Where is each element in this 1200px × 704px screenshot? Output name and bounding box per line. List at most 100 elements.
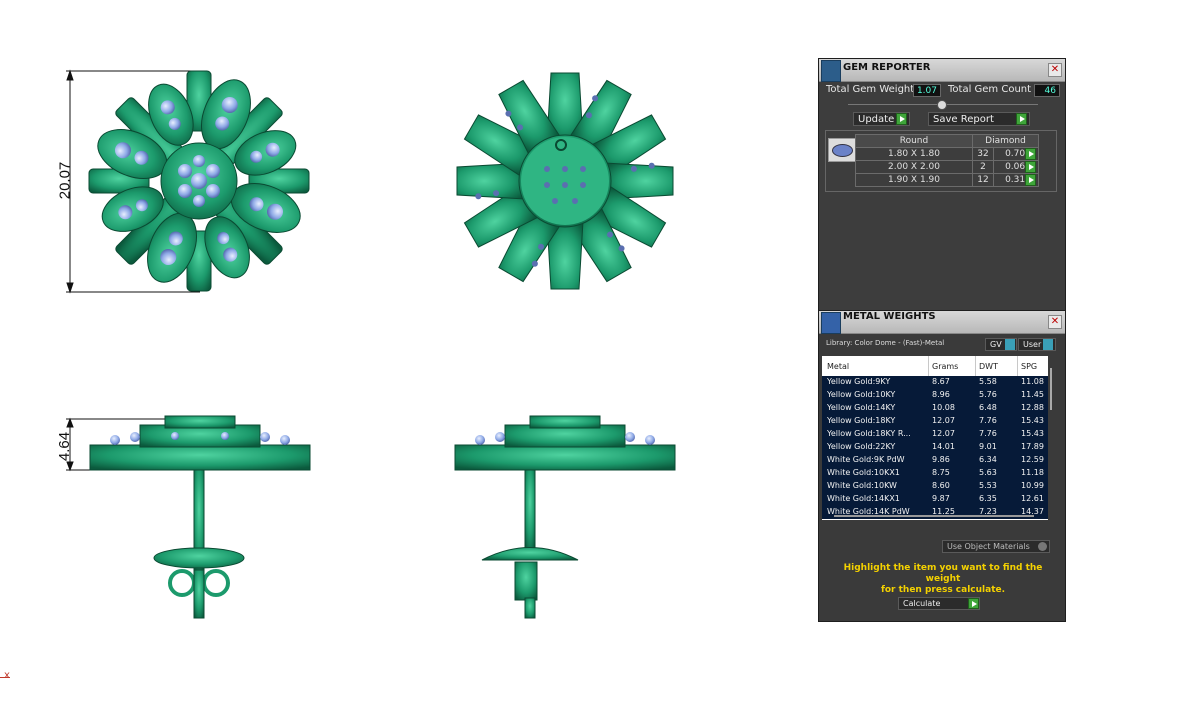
metal-cell: White Gold:10KW <box>827 481 897 490</box>
spg-cell: 15.43 <box>1021 416 1044 425</box>
grams-cell: 12.07 <box>932 429 955 438</box>
gem-row-arrow-icon[interactable] <box>1025 174 1036 186</box>
table-row[interactable]: Yellow Gold:14KY 10.08 6.48 12.88 <box>822 402 1048 415</box>
gem-reporter-title: GEM REPORTER <box>843 62 931 73</box>
dwt-cell: 6.34 <box>979 455 997 464</box>
col-header-dwt: DWT <box>979 362 998 371</box>
update-button-label: Update <box>858 114 895 125</box>
gv-toggle-icon[interactable] <box>1005 339 1015 350</box>
scrollbar-thumb[interactable] <box>1050 368 1052 410</box>
gem-row[interactable]: 1.90 X 1.90 12 0.31tw <box>855 173 1039 187</box>
spg-cell: 12.59 <box>1021 455 1044 464</box>
table-row[interactable]: White Gold:14KX1 9.87 6.35 12.61 <box>822 493 1048 506</box>
axis-x-label: x <box>4 670 10 681</box>
table-row[interactable]: White Gold:10KX1 8.75 5.63 11.18 <box>822 467 1048 480</box>
spg-cell: 11.08 <box>1021 377 1044 386</box>
gem-count: 32 <box>972 147 994 161</box>
metal-cell: Yellow Gold:18KY R... <box>827 429 911 438</box>
col-header-grams: Grams <box>932 362 959 371</box>
total-gem-weight-value: 1.07 <box>913 84 941 97</box>
save-report-button-label: Save Report <box>933 114 994 125</box>
metal-cell: White Gold:14KX1 <box>827 494 900 503</box>
side-view-right <box>454 415 676 619</box>
dwt-cell: 6.48 <box>979 403 997 412</box>
gem-summary-table: Round Diamond 1.80 X 1.80 32 0.70tw 2.00… <box>855 134 1039 187</box>
user-toggle-icon[interactable] <box>1043 339 1053 350</box>
metal-weights-icon <box>821 312 841 334</box>
dwt-cell: 9.01 <box>979 442 997 451</box>
metal-weights-table[interactable]: Metal Grams DWT SPG Yellow Gold:9KY 8.67 5… <box>822 356 1048 520</box>
hint-line-1: Highlight the item you want to find the … <box>843 563 1043 584</box>
grams-cell: 12.07 <box>932 416 955 425</box>
dwt-cell: 5.58 <box>979 377 997 386</box>
table-row[interactable]: Yellow Gold:22KY 14.01 9.01 17.89 <box>822 441 1048 454</box>
grams-cell: 8.60 <box>932 481 950 490</box>
close-icon[interactable]: ✕ <box>1048 63 1062 77</box>
gem-size: 1.80 X 1.80 <box>855 147 973 161</box>
dimension-label-side: 4.64 <box>56 431 74 462</box>
total-gem-count-label: Total Gem Count <box>948 84 1032 95</box>
metal-cell: Yellow Gold:22KY <box>827 442 896 451</box>
update-arrow-icon[interactable] <box>896 113 907 125</box>
grams-cell: 14.01 <box>932 442 955 451</box>
metal-cell: Yellow Gold:9KY <box>827 377 891 386</box>
metal-table-header: Metal Grams DWT SPG <box>822 356 1048 377</box>
spg-cell: 11.18 <box>1021 468 1044 477</box>
spg-cell: 11.45 <box>1021 390 1044 399</box>
model-viewport[interactable]: 20.07 4.64 x <box>0 0 800 699</box>
grams-cell: 9.86 <box>932 455 950 464</box>
gem-row[interactable]: 1.80 X 1.80 32 0.70tw <box>855 147 1039 161</box>
dropdown-icon[interactable] <box>1038 542 1047 551</box>
table-row[interactable]: White Gold:10KW 8.60 5.53 10.99 <box>822 480 1048 493</box>
grams-cell: 8.67 <box>932 377 950 386</box>
grams-cell: 9.87 <box>932 494 950 503</box>
metal-cell: White Gold:9K PdW <box>827 455 905 464</box>
spg-cell: 12.88 <box>1021 403 1044 412</box>
gem-row[interactable]: 2.00 X 2.00 2 0.06tw <box>855 160 1039 174</box>
table-row[interactable]: Yellow Gold:18KY 12.07 7.76 15.43 <box>822 415 1048 428</box>
gem-count: 12 <box>972 173 994 187</box>
gv-label: GV <box>990 340 1002 349</box>
gem-size: 2.00 X 2.00 <box>855 160 973 174</box>
calculate-arrow-icon[interactable] <box>968 598 979 609</box>
spg-cell: 10.99 <box>1021 481 1044 490</box>
metal-cell: Yellow Gold:10KY <box>827 390 896 399</box>
jewelry-render <box>66 69 676 619</box>
dwt-cell: 5.53 <box>979 481 997 490</box>
horizontal-scrollbar[interactable] <box>834 515 1034 517</box>
diamond-shape-icon[interactable] <box>828 138 856 162</box>
front-view-flower <box>88 70 310 292</box>
close-icon[interactable]: ✕ <box>1048 315 1062 329</box>
use-object-materials-dropdown[interactable]: Use Object Materials <box>942 540 1050 553</box>
metal-cell: Yellow Gold:18KY <box>827 416 896 425</box>
gem-reporter-icon <box>821 60 841 82</box>
spg-cell: 17.89 <box>1021 442 1044 451</box>
grams-cell: 10.08 <box>932 403 955 412</box>
metal-weights-titlebar[interactable]: METAL WEIGHTS ✕ <box>819 311 1065 334</box>
gem-reporter-titlebar[interactable]: GEM REPORTER ✕ <box>819 59 1065 82</box>
gem-count: 2 <box>972 160 994 174</box>
gem-row-arrow-icon[interactable] <box>1025 161 1036 173</box>
gem-shape-header: Round <box>855 134 973 148</box>
use-object-materials-label: Use Object Materials <box>947 542 1030 551</box>
calculate-hint: Highlight the item you want to find the … <box>830 563 1056 596</box>
gem-material-header: Diamond <box>972 134 1039 148</box>
user-label: User <box>1023 340 1042 349</box>
metal-weights-title: METAL WEIGHTS <box>843 311 936 322</box>
gem-row-arrow-icon[interactable] <box>1025 148 1036 160</box>
dimension-label-height: 20.07 <box>56 161 74 200</box>
table-row[interactable]: Yellow Gold:9KY 8.67 5.58 11.08 <box>822 376 1048 389</box>
library-label: Library: Color Dome - (Fast)-Metal <box>826 339 945 347</box>
save-report-button[interactable]: Save Report <box>928 112 1030 126</box>
total-gem-weight-label: Total Gem Weight <box>826 84 915 95</box>
splitter-handle[interactable] <box>937 100 947 110</box>
grams-cell: 8.96 <box>932 390 950 399</box>
calculate-button-label: Calculate <box>903 599 941 608</box>
table-row[interactable]: White Gold:14K PdW 11.25 7.23 14.37 <box>822 506 1048 519</box>
side-view-left <box>89 415 311 619</box>
table-row[interactable]: Yellow Gold:18KY R... 12.07 7.76 15.43 <box>822 428 1048 441</box>
table-row[interactable]: Yellow Gold:10KY 8.96 5.76 11.45 <box>822 389 1048 402</box>
table-row[interactable]: White Gold:9K PdW 9.86 6.34 12.59 <box>822 454 1048 467</box>
save-report-arrow-icon[interactable] <box>1016 113 1027 125</box>
col-header-spg: SPG <box>1021 362 1038 371</box>
